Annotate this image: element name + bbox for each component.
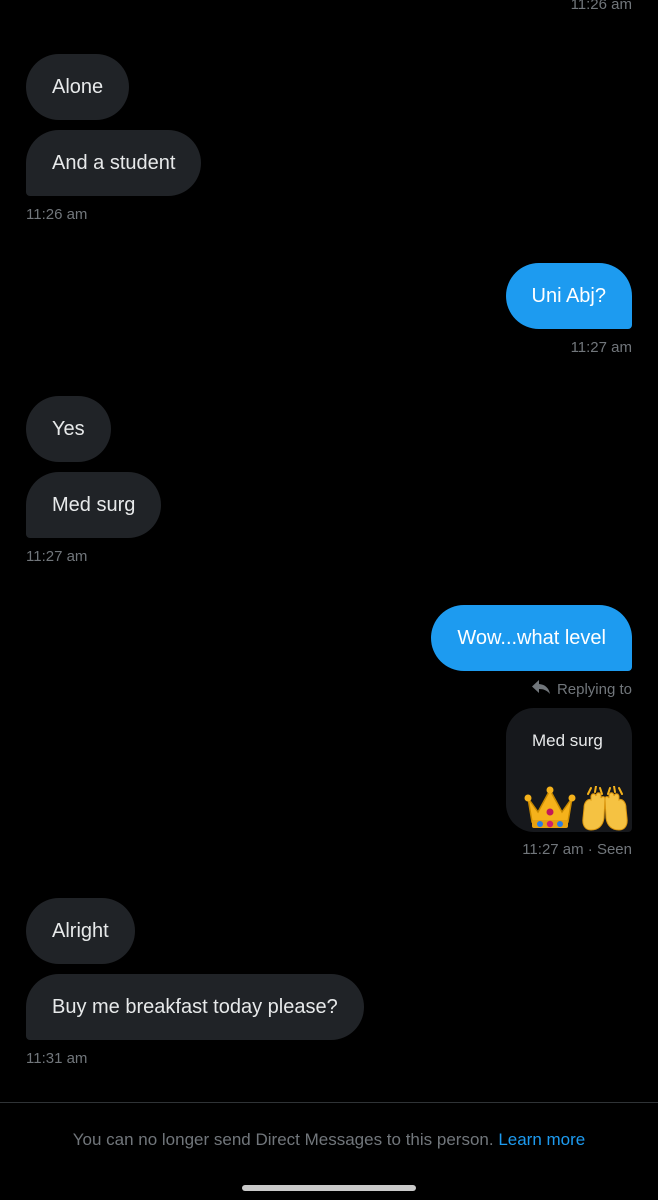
emoji-reply [524, 785, 632, 837]
message-timestamp: 11:27 am [570, 339, 632, 356]
message-text: Buy me breakfast today please? [52, 996, 338, 1018]
message-text: Med surg [52, 494, 136, 516]
incoming-message-bubble[interactable]: Med surg [26, 472, 162, 538]
footer-divider [0, 1102, 658, 1103]
message-timestamp: 11:27 am [26, 548, 88, 565]
message-text: Wow...what level [457, 627, 606, 649]
dm-disabled-text: You can no longer send Direct Messages t… [72, 1130, 494, 1149]
dm-disabled-notice: You can no longer send Direct Messages t… [0, 1128, 658, 1152]
incoming-message-bubble[interactable]: Yes [26, 396, 111, 462]
replying-to-label: Replying to [531, 679, 632, 701]
reply-arrow-icon [531, 679, 551, 701]
replying-to-text: Replying to [556, 681, 632, 698]
message-timestamp: 11:26 am [570, 0, 632, 13]
message-text: And a student [52, 152, 176, 174]
learn-more-link[interactable]: Learn more [498, 1130, 585, 1149]
message-text: Uni Abj? [531, 285, 607, 307]
message-text: Yes [52, 418, 85, 440]
message-timestamp-seen: 11:27 am · Seen [522, 841, 632, 858]
dm-conversation: 11:26 am Alone And a student 11:26 am Un… [0, 0, 658, 1200]
message-timestamp: 11:26 am [26, 206, 88, 223]
incoming-message-bubble[interactable]: And a student [26, 130, 202, 196]
message-text: Alone [52, 76, 104, 98]
incoming-message-bubble[interactable]: Buy me breakfast today please? [26, 974, 364, 1040]
outgoing-message-bubble[interactable]: Uni Abj? [505, 263, 632, 329]
raising-hands-icon [578, 785, 632, 837]
message-timestamp: 11:31 am [26, 1050, 88, 1067]
crown-icon [524, 786, 576, 837]
incoming-message-bubble[interactable]: Alright [26, 898, 135, 964]
outgoing-message-bubble[interactable]: Wow...what level [431, 605, 632, 671]
reply-message-card[interactable]: Med surg [506, 708, 632, 832]
incoming-message-bubble[interactable]: Alone [26, 54, 130, 120]
home-indicator[interactable] [242, 1185, 416, 1191]
message-text: Alright [52, 920, 109, 942]
quoted-message-text: Med surg [532, 731, 603, 750]
